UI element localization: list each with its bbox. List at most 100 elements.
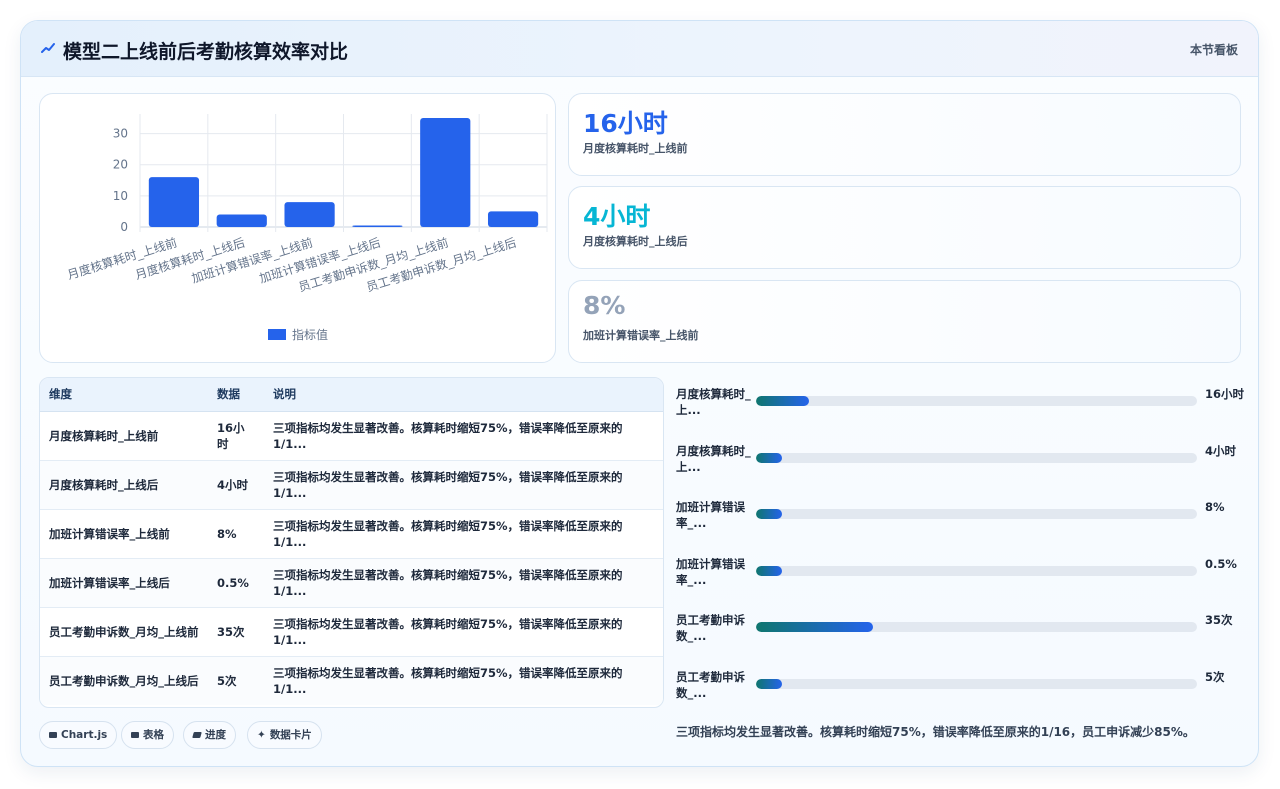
progress-row: 加班计算错误率_... 0.5% bbox=[676, 556, 1246, 596]
y-tick-label: 0 bbox=[120, 220, 128, 234]
cell-description: 三项指标均发生显著改善。核算耗时缩短75%，错误率降低至原来的1/1... bbox=[264, 411, 663, 461]
column-header-description: 说明 bbox=[264, 378, 663, 412]
stat-label: 加班计算错误率_上线前 bbox=[583, 329, 699, 342]
chip-label: 数据卡片 bbox=[269, 729, 312, 741]
cell-description: 三项指标均发生显著改善。核算耗时缩短75%，错误率降低至原来的1/1... bbox=[264, 509, 663, 559]
panel-header: 模型二上线前后考勤核算效率对比 本节看板 bbox=[21, 21, 1258, 77]
progress-value: 0.5% bbox=[1205, 557, 1237, 571]
progress-track bbox=[756, 509, 1197, 519]
y-tick-label: 30 bbox=[113, 127, 128, 141]
progress-track bbox=[756, 396, 1197, 406]
page-title: 模型二上线前后考勤核算效率对比 bbox=[63, 41, 349, 63]
stat-card-1: 16小时 月度核算耗时_上线前 bbox=[568, 93, 1241, 176]
cell-data: 16小时 bbox=[208, 411, 264, 461]
progress-row: 员工考勤申诉数_... 35次 bbox=[676, 612, 1246, 652]
legend-label[interactable]: 指标值 bbox=[292, 327, 328, 342]
chip-chartjs[interactable]: Chart.js bbox=[39, 721, 118, 749]
table-row: 加班计算错误率_上线后 0.5% 三项指标均发生显著改善。核算耗时缩短75%，错… bbox=[40, 558, 663, 608]
summary-text: 三项指标均发生显著改善。核算耗时缩短75%，错误率降低至原来的1/16，员工申诉… bbox=[676, 725, 1195, 739]
sparkle-icon: ✦ bbox=[257, 729, 266, 741]
bar[interactable] bbox=[216, 214, 267, 227]
progress-fill bbox=[756, 396, 809, 406]
progress-label: 员工考勤申诉数_... bbox=[676, 670, 745, 700]
y-tick-label: 20 bbox=[113, 158, 128, 172]
stat-label: 月度核算耗时_上线后 bbox=[583, 235, 688, 248]
stat-card-3: 8% 加班计算错误率_上线前 bbox=[568, 280, 1241, 363]
cell-data: 0.5% bbox=[208, 558, 264, 608]
bar[interactable] bbox=[148, 177, 200, 227]
bar[interactable] bbox=[352, 225, 403, 227]
progress-track bbox=[756, 566, 1197, 576]
trend-icon bbox=[41, 43, 55, 53]
progress-value: 5次 bbox=[1205, 670, 1225, 684]
column-header-dimension: 维度 bbox=[40, 378, 208, 412]
table-header-row: 维度 数据 说明 bbox=[40, 378, 663, 412]
chip-data-card[interactable]: ✦ 数据卡片 bbox=[247, 721, 322, 749]
progress-label: 员工考勤申诉数_... bbox=[676, 613, 745, 643]
progress-value: 16小时 bbox=[1205, 387, 1245, 401]
chart-card: 0 10 20 30 月度核算耗时_上线前 月度核算耗时_上线后 加班计算错误率_上线前加… bbox=[39, 93, 556, 363]
column-header-data: 数据 bbox=[208, 378, 264, 412]
section-board-label: 本节看板 bbox=[1189, 43, 1238, 57]
data-table-card: 维度 数据 说明 月度核算耗时_上线前 16小时 三项指标均发生显著改善。核算耗… bbox=[39, 377, 664, 708]
bar[interactable] bbox=[420, 118, 471, 227]
chip-label: Chart.js bbox=[61, 729, 108, 741]
stat-value: 16小时 bbox=[583, 109, 668, 138]
stat-label: 月度核算耗时_上线前 bbox=[583, 142, 688, 155]
progress-value: 4小时 bbox=[1205, 444, 1237, 458]
progress-track bbox=[756, 453, 1197, 463]
progress-label: 月度核算耗时_上... bbox=[676, 387, 751, 417]
chip-label: 表格 bbox=[143, 729, 164, 741]
cell-dimension: 加班计算错误率_上线后 bbox=[40, 558, 208, 608]
chart-icon bbox=[49, 732, 57, 738]
table-icon bbox=[131, 732, 139, 738]
bar[interactable] bbox=[284, 202, 335, 227]
data-table: 维度 数据 说明 月度核算耗时_上线前 16小时 三项指标均发生显著改善。核算耗… bbox=[40, 378, 663, 705]
chip-progress[interactable]: 进度 bbox=[183, 721, 236, 749]
progress-label: 加班计算错误率_... bbox=[676, 500, 745, 530]
cell-data: 35次 bbox=[208, 607, 264, 657]
cell-data: 5次 bbox=[208, 656, 264, 705]
stat-value: 8% bbox=[583, 291, 626, 320]
cell-dimension: 月度核算耗时_上线前 bbox=[40, 411, 208, 461]
chip-label: 进度 bbox=[205, 729, 226, 741]
progress-fill bbox=[756, 679, 783, 689]
progress-track bbox=[756, 679, 1197, 689]
progress-track bbox=[756, 622, 1197, 632]
table-row: 员工考勤申诉数_月均_上线前 35次 三项指标均发生显著改善。核算耗时缩短75%… bbox=[40, 607, 663, 657]
cell-data: 8% bbox=[208, 509, 264, 559]
stat-value: 4小时 bbox=[583, 202, 651, 231]
x-tick-label: 月度核算耗时_上线前 bbox=[65, 235, 178, 283]
chip-table[interactable]: 表格 bbox=[121, 721, 174, 749]
progress-fill bbox=[756, 453, 783, 463]
progress-icon bbox=[192, 732, 202, 738]
y-tick-label: 10 bbox=[113, 189, 128, 203]
progress-label: 月度核算耗时_上... bbox=[676, 444, 751, 474]
progress-value: 35次 bbox=[1205, 613, 1233, 627]
legend-swatch[interactable] bbox=[268, 329, 286, 340]
table-row: 月度核算耗时_上线后 4小时 三项指标均发生显著改善。核算耗时缩短75%，错误率… bbox=[40, 460, 663, 510]
progress-fill bbox=[756, 566, 783, 576]
progress-row: 月度核算耗时_上... 16小时 bbox=[676, 386, 1246, 426]
dashboard-panel: 模型二上线前后考勤核算效率对比 本节看板 0 10 20 30 月度核算耗时_上线前月… bbox=[20, 20, 1259, 767]
cell-data: 4小时 bbox=[208, 460, 264, 510]
table-row: 月度核算耗时_上线前 16小时 三项指标均发生显著改善。核算耗时缩短75%，错误… bbox=[40, 411, 663, 461]
cell-dimension: 员工考勤申诉数_月均_上线前 bbox=[40, 607, 208, 657]
table-row: 员工考勤申诉数_月均_上线后 5次 三项指标均发生显著改善。核算耗时缩短75%，… bbox=[40, 656, 663, 705]
progress-fill bbox=[756, 509, 783, 519]
cell-description: 三项指标均发生显著改善。核算耗时缩短75%，错误率降低至原来的1/1... bbox=[264, 460, 663, 510]
cell-dimension: 月度核算耗时_上线后 bbox=[40, 460, 208, 510]
cell-description: 三项指标均发生显著改善。核算耗时缩短75%，错误率降低至原来的1/1... bbox=[264, 656, 663, 705]
progress-row: 员工考勤申诉数_... 5次 bbox=[676, 669, 1246, 709]
progress-value: 8% bbox=[1205, 500, 1225, 514]
cell-description: 三项指标均发生显著改善。核算耗时缩短75%，错误率降低至原来的1/1... bbox=[264, 607, 663, 657]
progress-label: 加班计算错误率_... bbox=[676, 557, 745, 587]
cell-description: 三项指标均发生显著改善。核算耗时缩短75%，错误率降低至原来的1/1... bbox=[264, 558, 663, 608]
progress-row: 月度核算耗时_上... 4小时 bbox=[676, 443, 1246, 483]
progress-fill bbox=[756, 622, 873, 632]
cell-dimension: 加班计算错误率_上线前 bbox=[40, 509, 208, 559]
table-row: 加班计算错误率_上线前 8% 三项指标均发生显著改善。核算耗时缩短75%，错误率… bbox=[40, 509, 663, 559]
bar-chart: 0102030 月度核算耗时_上线前月度核算耗时_上线后加班计算错误率_上线前加… bbox=[65, 114, 548, 342]
bar[interactable] bbox=[487, 211, 539, 227]
cell-dimension: 员工考勤申诉数_月均_上线后 bbox=[40, 656, 208, 705]
